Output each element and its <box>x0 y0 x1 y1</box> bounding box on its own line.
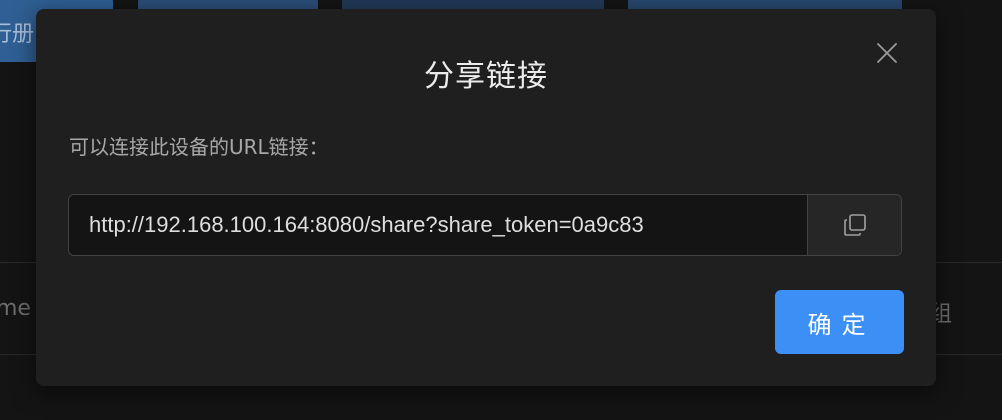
dialog-title: 分享链接 <box>424 59 548 94</box>
share-link-dialog: 分享链接 可以连接此设备的URL链接： 确定 <box>36 9 936 386</box>
app-background: 行册 me 组 分享链接 可以连接此设备的URL链接： 确定 <box>0 0 1002 420</box>
copy-button[interactable] <box>807 195 901 255</box>
copy-icon <box>843 214 866 236</box>
background-toolbar-button-label: 行册 <box>0 22 35 47</box>
background-row-text: me <box>0 296 31 321</box>
confirm-button[interactable]: 确定 <box>775 290 904 354</box>
dialog-description: 可以连接此设备的URL链接： <box>69 135 329 159</box>
share-url-input[interactable] <box>69 195 807 255</box>
close-icon <box>877 43 897 63</box>
share-url-group <box>68 194 902 256</box>
close-button[interactable] <box>874 40 900 66</box>
